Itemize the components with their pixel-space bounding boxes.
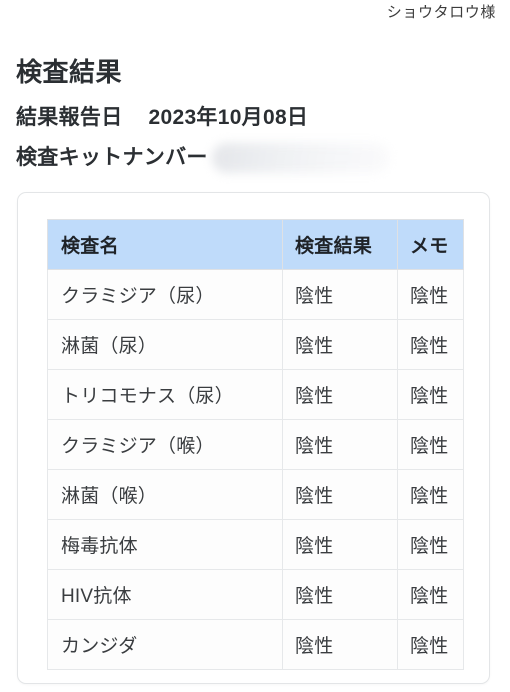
cell-test-result: 陰性	[282, 569, 398, 620]
cell-test-result: 陰性	[282, 419, 398, 470]
table-row: クラミジア（喉） 陰性 陰性	[47, 419, 464, 470]
column-header-test-result: 検査結果	[282, 219, 398, 270]
cell-memo: 陰性	[397, 569, 464, 620]
cell-test-result: 陰性	[282, 519, 398, 570]
cell-memo: 陰性	[397, 269, 464, 320]
column-header-test-name: 検査名	[47, 219, 283, 270]
kit-number-label: 検査キットナンバー	[16, 146, 208, 169]
cell-test-name: カンジダ	[47, 619, 283, 670]
table-row: クラミジア（尿） 陰性 陰性	[47, 269, 464, 320]
kit-number-redacted-value	[211, 143, 390, 173]
cell-test-name: 淋菌（喉）	[47, 469, 283, 520]
table-row: 淋菌（尿） 陰性 陰性	[47, 319, 464, 370]
cell-test-name: HIV抗体	[47, 569, 283, 620]
cell-memo: 陰性	[397, 319, 464, 370]
cell-test-name: 淋菌（尿）	[47, 319, 283, 370]
cell-memo: 陰性	[397, 619, 464, 670]
table-header-row: 検査名 検査結果 メモ	[47, 219, 464, 270]
cell-test-name: クラミジア（尿）	[47, 269, 283, 320]
result-card: 検査名 検査結果 メモ クラミジア（尿） 陰性 陰性 淋菌（尿） 陰性 陰性 ト…	[17, 192, 490, 684]
cell-test-result: 陰性	[282, 369, 398, 420]
results-table: 検査名 検査結果 メモ クラミジア（尿） 陰性 陰性 淋菌（尿） 陰性 陰性 ト…	[47, 219, 464, 670]
kit-number-row: 検査キットナンバー	[16, 143, 390, 173]
report-date-row: 結果報告日 2023年10月08日	[16, 103, 308, 133]
cell-test-result: 陰性	[282, 469, 398, 520]
user-greeting: ショウタロウ様	[386, 4, 496, 21]
table-row: HIV抗体 陰性 陰性	[47, 569, 464, 620]
cell-memo: 陰性	[397, 519, 464, 570]
cell-test-result: 陰性	[282, 319, 398, 370]
page-title: 検査結果	[16, 57, 123, 88]
cell-test-result: 陰性	[282, 619, 398, 670]
cell-memo: 陰性	[397, 469, 464, 520]
table-row: 梅毒抗体 陰性 陰性	[47, 519, 464, 570]
cell-test-name: 梅毒抗体	[47, 519, 283, 570]
report-date-label: 結果報告日	[16, 106, 123, 129]
cell-test-name: クラミジア（喉）	[47, 419, 283, 470]
cell-memo: 陰性	[397, 369, 464, 420]
cell-test-name: トリコモナス（尿）	[47, 369, 283, 420]
report-date-value: 2023年10月08日	[148, 106, 309, 129]
cell-memo: 陰性	[397, 419, 464, 470]
column-header-memo: メモ	[397, 219, 464, 270]
table-row: 淋菌（喉） 陰性 陰性	[47, 469, 464, 520]
table-row: カンジダ 陰性 陰性	[47, 619, 464, 670]
table-row: トリコモナス（尿） 陰性 陰性	[47, 369, 464, 420]
cell-test-result: 陰性	[282, 269, 398, 320]
